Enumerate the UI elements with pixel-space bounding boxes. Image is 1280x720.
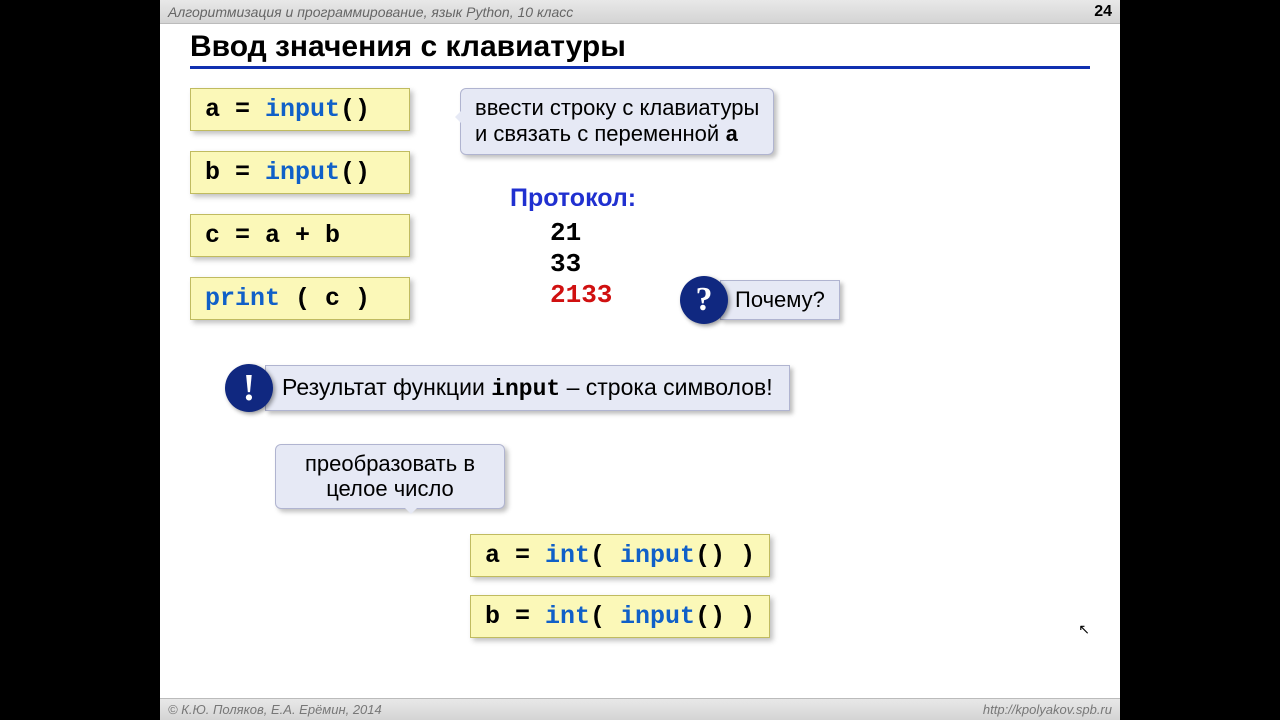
page-title: Ввод значения с клавиатуры <box>190 30 1090 69</box>
slide: Алгоритмизация и программирование, язык … <box>160 0 1120 720</box>
footer-right: http://kpolyakov.spb.ru <box>983 702 1112 717</box>
header-title: Алгоритмизация и программирование, язык … <box>168 4 573 20</box>
protocol-v1: 21 <box>550 218 612 249</box>
code-a-input: a = input() <box>190 88 410 131</box>
top-bar: Алгоритмизация и программирование, язык … <box>160 0 1120 24</box>
result-callout: ! Результат функции input – строка симво… <box>225 364 790 412</box>
exclaim-icon: ! <box>225 364 273 412</box>
result-text: Результат функции input – строка символо… <box>265 365 790 411</box>
bottom-bar: © К.Ю. Поляков, Е.А. Ерёмин, 2014 http:/… <box>160 698 1120 720</box>
code-b-input: b = input() <box>190 151 410 194</box>
code-a-int: a = int( input() ) <box>470 534 770 577</box>
protocol-v3: 2133 <box>550 280 612 311</box>
int-code-column: a = int( input() ) b = int( input() ) <box>470 534 770 638</box>
protocol-v2: 33 <box>550 249 612 280</box>
mouse-cursor-icon: ↖ <box>1078 621 1090 638</box>
code-column: a = input() b = input() c = a + b print … <box>190 88 410 320</box>
question-icon: ? <box>680 276 728 324</box>
code-c-sum: c = a + b <box>190 214 410 257</box>
code-print: print ( c ) <box>190 277 410 320</box>
bubble-convert: преобразовать в целое число <box>275 444 505 509</box>
bubble-input-desc: ввести строку с клавиатуры и связать с п… <box>460 88 774 155</box>
code-b-int: b = int( input() ) <box>470 595 770 638</box>
protocol-title: Протокол: <box>510 184 636 213</box>
footer-left: © К.Ю. Поляков, Е.А. Ерёмин, 2014 <box>168 702 382 717</box>
page-number: 24 <box>1094 3 1112 21</box>
question-callout: ? Почему? <box>680 276 840 324</box>
protocol-values: 21 33 2133 <box>550 218 612 312</box>
content-area: Ввод значения с клавиатуры a = input() b… <box>160 24 1120 698</box>
question-text: Почему? <box>720 280 840 320</box>
